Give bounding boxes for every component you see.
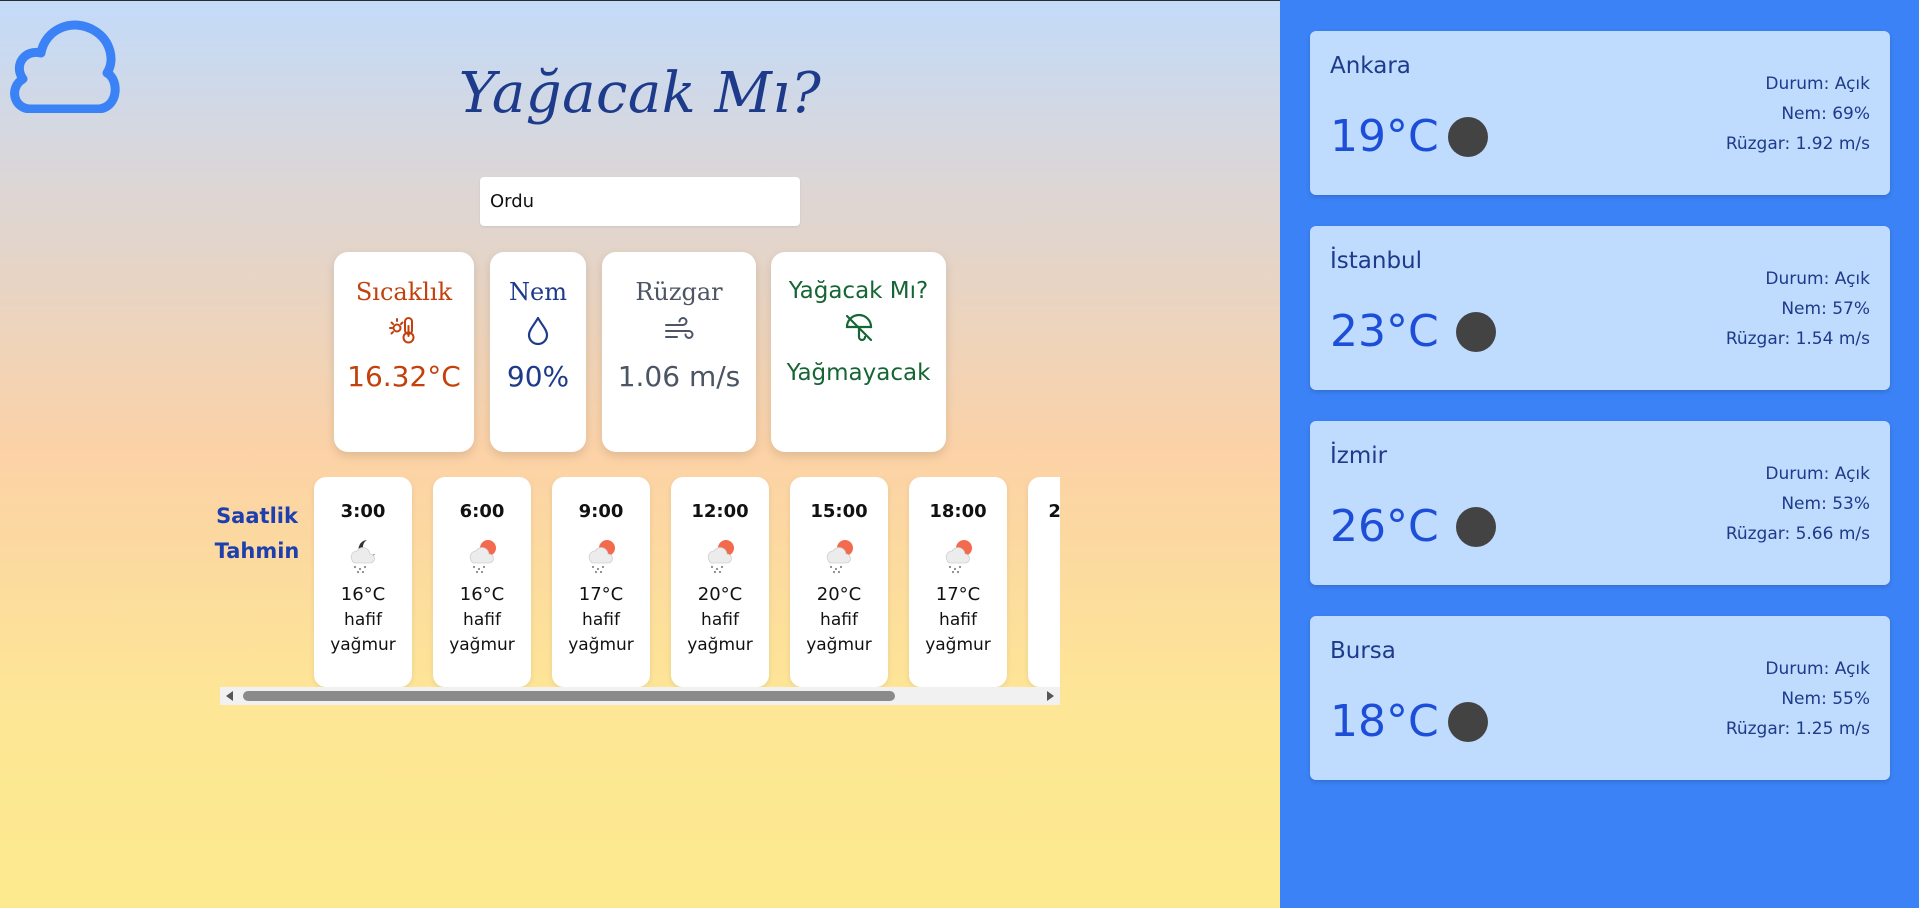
weather-status-dot-icon <box>1448 702 1488 742</box>
main-panel: Yağacak Mı? Sıcaklık 16.32°C Nem 90% Rüz… <box>0 0 1280 908</box>
hourly-description: hafif yağmur <box>568 610 634 655</box>
hourly-time: 18:00 <box>929 501 987 522</box>
umbrella-off-icon <box>845 313 872 342</box>
city-wind: Rüzgar: 1.54 m/s <box>1725 329 1870 349</box>
hourly-card: 6:00 16°C hafif yağmur <box>433 477 531 687</box>
hourly-temp: 20°C <box>697 584 743 605</box>
city-details: Durum: Açık Nem: 55% Rüzgar: 1.25 m/s <box>1726 654 1870 744</box>
city-wind: Rüzgar: 1.25 m/s <box>1725 719 1870 739</box>
rain-sun-icon <box>945 540 972 574</box>
rain-sun-icon <box>826 540 853 574</box>
city-name: Ankara <box>1330 53 1411 79</box>
rain-sun-icon <box>707 540 734 574</box>
hourly-description: hafif yağmur <box>925 610 991 655</box>
weather-status-dot-icon <box>1448 117 1488 157</box>
hourly-time: 9:00 <box>578 501 624 522</box>
humidity-value: 90% <box>506 360 570 393</box>
city-sidebar: Ankara 19°C Durum: Açık Nem: 69% Rüzgar: 1.9… <box>1280 0 1919 908</box>
scroll-left-arrow-icon[interactable] <box>226 691 233 701</box>
wind-value: 1.06 m/s <box>617 360 741 393</box>
city-temperature: 19°C <box>1330 111 1439 162</box>
city-card[interactable]: Ankara 19°C Durum: Açık Nem: 69% Rüzgar: 1.9… <box>1310 31 1890 195</box>
hourly-time: 3:00 <box>340 501 386 522</box>
wind-icon <box>665 317 694 339</box>
wind-card: Rüzgar 1.06 m/s <box>602 252 756 452</box>
hourly-card: 12:00 20°C hafif yağmur <box>671 477 769 687</box>
city-name: İzmir <box>1330 443 1388 469</box>
hourly-description: hafif yağmur <box>449 610 515 655</box>
city-temperature: 23°C <box>1330 306 1439 357</box>
horizontal-scrollbar[interactable] <box>220 687 1060 705</box>
rain-night-icon <box>1057 534 1060 574</box>
hourly-card: 3:00 16°C hafif yağmur <box>314 477 412 687</box>
scroll-right-arrow-icon[interactable] <box>1047 691 1054 701</box>
temperature-value: 16.32°C <box>347 360 461 393</box>
city-name: İstanbul <box>1330 248 1423 274</box>
hourly-description: hafif yağmur <box>806 610 872 655</box>
city-card[interactable]: İstanbul 23°C Durum: Açık Nem: 57% Rüzgar: 1… <box>1310 226 1890 390</box>
hourly-card: 15:00 20°C hafif yağmur <box>790 477 888 687</box>
wind-label: Rüzgar <box>635 278 723 306</box>
hourly-time: 21:00 <box>1048 501 1060 522</box>
city-details: Durum: Açık Nem: 53% Rüzgar: 5.66 m/s <box>1726 459 1870 549</box>
city-details: Durum: Açık Nem: 57% Rüzgar: 1.54 m/s <box>1726 264 1870 354</box>
hourly-temp: 16°C <box>340 584 386 605</box>
city-temperature: 26°C <box>1330 501 1439 552</box>
city-name: Bursa <box>1330 638 1396 664</box>
hourly-temp: 1 <box>1028 584 1060 605</box>
rain-card: Yağacak Mı? Yağmayacak <box>771 252 946 452</box>
weather-status-dot-icon <box>1456 507 1496 547</box>
droplet-icon <box>527 316 549 346</box>
city-status: Durum: Açık <box>1765 464 1870 484</box>
city-card[interactable]: İzmir 26°C Durum: Açık Nem: 53% Rüzgar: 5.66… <box>1310 421 1890 585</box>
city-humidity: Nem: 53% <box>1781 494 1870 514</box>
city-temperature: 18°C <box>1330 696 1439 747</box>
rain-value: Yağmayacak <box>786 360 931 386</box>
city-card[interactable]: Bursa 18°C Durum: Açık Nem: 55% Rüzgar: 1.25… <box>1310 616 1890 780</box>
rain-night-icon <box>350 540 375 574</box>
city-search-input[interactable] <box>480 177 800 226</box>
app-title: Yağacak Mı? <box>458 61 822 126</box>
hourly-forecast-list: 3:00 16°C hafif yağmur 6:00 16°C hafif yağmur… <box>314 477 1060 687</box>
hourly-description: hafif yağmur <box>330 610 396 655</box>
rain-sun-icon <box>469 540 496 574</box>
temperature-label: Sıcaklık <box>355 278 453 306</box>
city-details: Durum: Açık Nem: 69% Rüzgar: 1.92 m/s <box>1726 69 1870 159</box>
city-wind: Rüzgar: 5.66 m/s <box>1725 524 1870 544</box>
hourly-temp: 16°C <box>459 584 505 605</box>
hourly-temp: 17°C <box>935 584 981 605</box>
hourly-card: 21:00 1 yağ <box>1028 477 1060 687</box>
city-status: Durum: Açık <box>1765 269 1870 289</box>
hourly-temp: 20°C <box>816 584 862 605</box>
hourly-card: 18:00 17°C hafif yağmur <box>909 477 1007 687</box>
humidity-label: Nem <box>509 278 567 306</box>
hourly-temp: 17°C <box>578 584 624 605</box>
hourly-forecast-scroller[interactable]: 3:00 16°C hafif yağmur 6:00 16°C hafif yağmur… <box>220 477 1060 705</box>
hourly-card: 9:00 17°C hafif yağmur <box>552 477 650 687</box>
rain-label: Yağacak Mı? <box>788 278 929 304</box>
rain-sun-icon <box>588 540 615 574</box>
hourly-time: 6:00 <box>459 501 505 522</box>
city-status: Durum: Açık <box>1765 74 1870 94</box>
city-humidity: Nem: 69% <box>1781 104 1870 124</box>
thermometer-sun-icon <box>389 317 415 344</box>
weather-status-dot-icon <box>1456 312 1496 352</box>
hourly-time: 15:00 <box>810 501 868 522</box>
city-status: Durum: Açık <box>1765 659 1870 679</box>
city-wind: Rüzgar: 1.92 m/s <box>1725 134 1870 154</box>
temperature-card: Sıcaklık 16.32°C <box>334 252 474 452</box>
city-humidity: Nem: 57% <box>1781 299 1870 319</box>
hourly-description: hafif yağmur <box>687 610 753 655</box>
scrollbar-thumb[interactable] <box>243 691 895 701</box>
humidity-card: Nem 90% <box>490 252 586 452</box>
hourly-description: yağ <box>1028 608 1060 633</box>
city-humidity: Nem: 55% <box>1781 689 1870 709</box>
hourly-time: 12:00 <box>691 501 749 522</box>
